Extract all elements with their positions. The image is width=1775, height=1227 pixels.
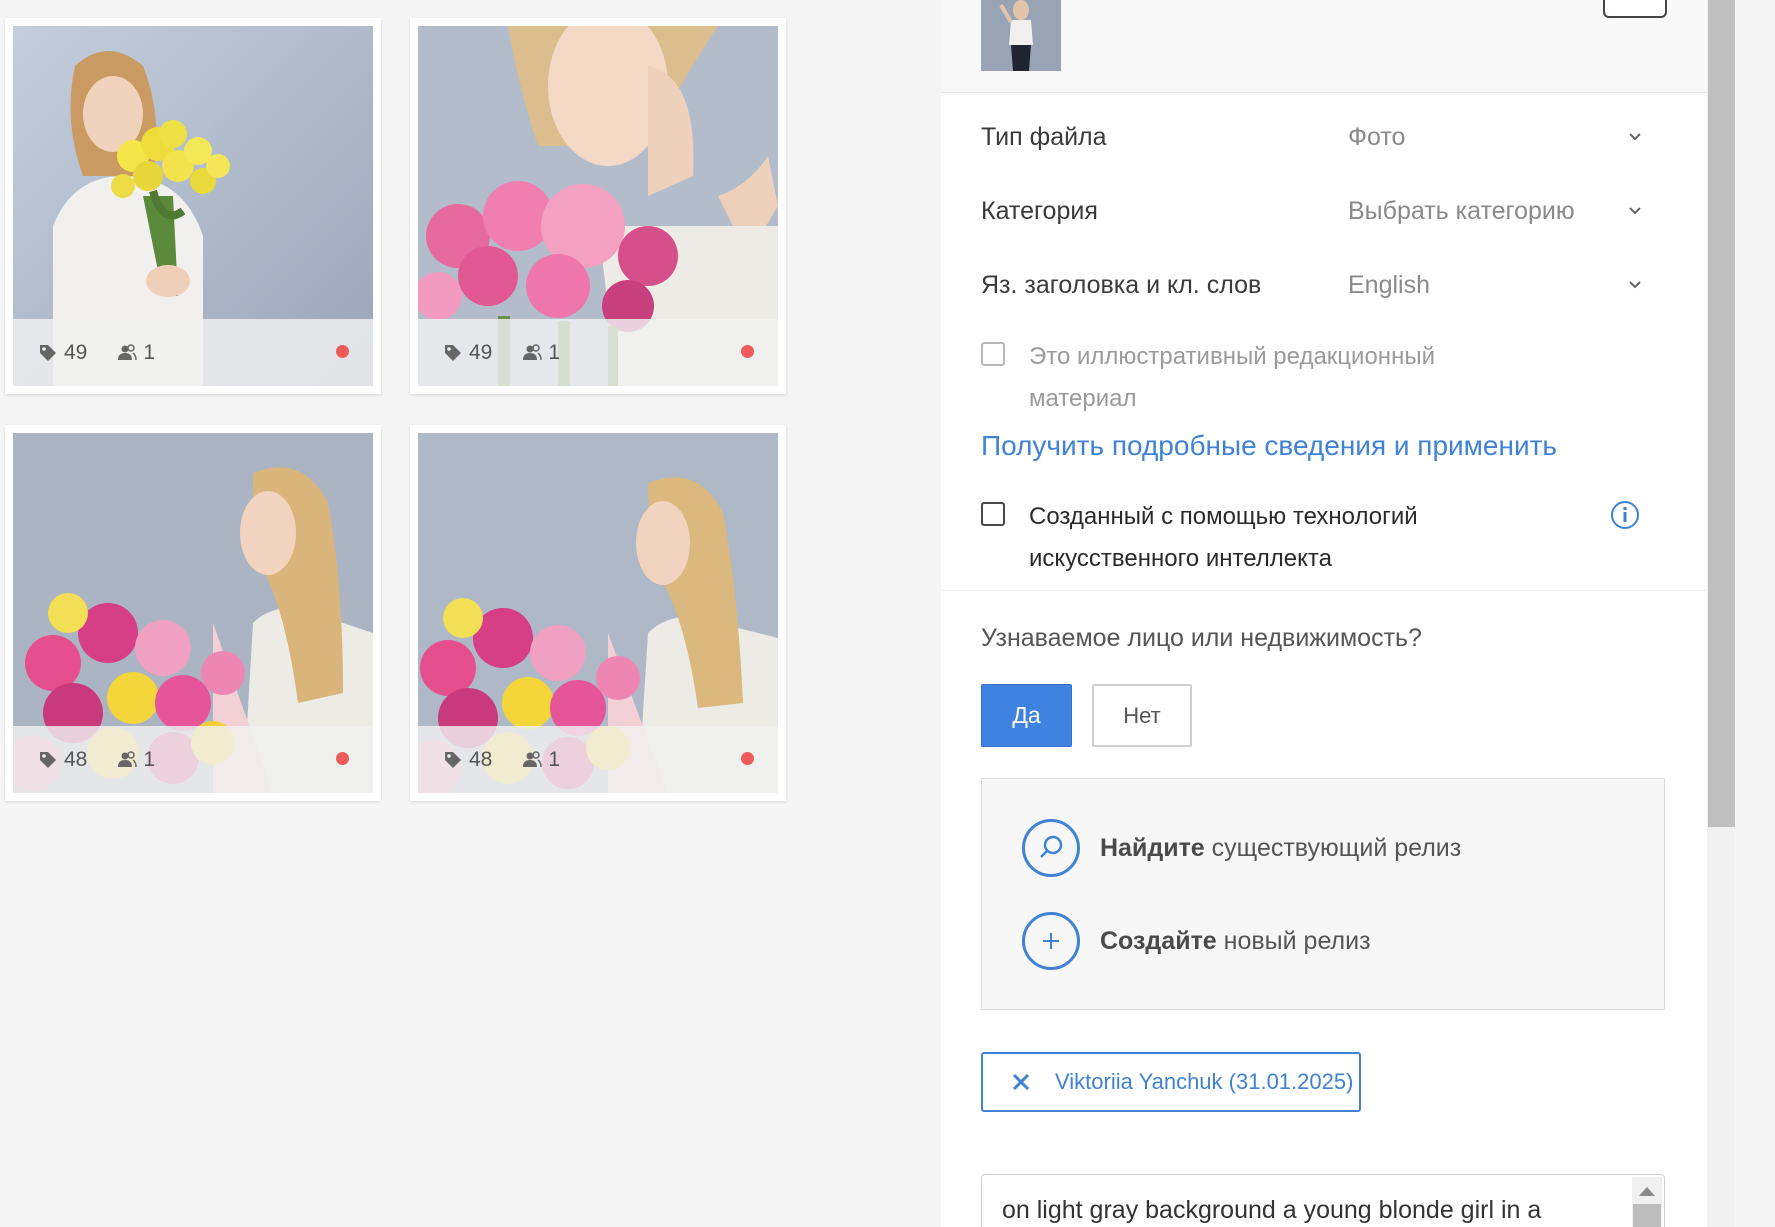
asset-card[interactable]: 48 1 bbox=[410, 425, 786, 801]
editorial-checkbox bbox=[981, 342, 1005, 366]
category-label: Категория bbox=[981, 196, 1098, 225]
find-release-bold: Найдите bbox=[1100, 833, 1205, 862]
title-textarea[interactable]: on light gray background a young blonde … bbox=[981, 1174, 1665, 1227]
details-panel: Тип файла Фото Категория Выбрать категор… bbox=[941, 0, 1707, 1227]
textarea-scroll-thumb[interactable] bbox=[1633, 1204, 1661, 1227]
editorial-checkbox-row: Это иллюстративный редакционный материал bbox=[981, 336, 1661, 420]
asset-card[interactable]: 48 1 bbox=[5, 425, 381, 801]
release-chip-label: Viktoriia Yanchuk (31.01.2025) bbox=[1055, 1069, 1354, 1094]
panel-header bbox=[941, 0, 1707, 93]
scroll-up-arrow[interactable] bbox=[1639, 1187, 1655, 1196]
category-dropdown[interactable]: Выбрать категорию bbox=[1348, 197, 1661, 226]
yes-button[interactable]: Да bbox=[981, 684, 1072, 747]
page-scroll-thumb[interactable] bbox=[1708, 0, 1735, 827]
ai-checkbox[interactable] bbox=[981, 502, 1005, 526]
status-dot bbox=[336, 752, 349, 765]
release-box: Найдите существующий релиз Создайте новы… bbox=[981, 778, 1665, 1010]
language-value: English bbox=[1348, 270, 1430, 299]
status-dot bbox=[336, 345, 349, 358]
find-release-text: существующий релиз bbox=[1204, 833, 1462, 862]
category-value: Выбрать категорию bbox=[1348, 196, 1575, 225]
close-icon[interactable] bbox=[1009, 1070, 1033, 1094]
ai-checkbox-row: Созданный с помощью технологий искусстве… bbox=[981, 496, 1661, 580]
info-icon[interactable] bbox=[1610, 500, 1640, 530]
file-type-dropdown[interactable]: Фото bbox=[1348, 123, 1661, 152]
people-icon bbox=[118, 343, 138, 360]
title-text: on light gray background a young blonde … bbox=[1002, 1196, 1542, 1224]
tag-icon bbox=[445, 751, 461, 768]
language-dropdown[interactable]: English bbox=[1348, 271, 1661, 300]
people-icon bbox=[523, 343, 543, 360]
section-divider bbox=[941, 590, 1707, 591]
chevron-down-icon bbox=[1629, 207, 1641, 215]
create-release-option[interactable]: Создайте новый релиз bbox=[1022, 912, 1371, 970]
page-scrollbar[interactable] bbox=[1707, 0, 1735, 1227]
people-count: 1 bbox=[143, 340, 156, 364]
file-type-row: Тип файла Фото bbox=[981, 113, 1661, 161]
asset-card[interactable]: 49 1 bbox=[410, 18, 786, 394]
keyword-count: 48 bbox=[469, 747, 493, 771]
chevron-down-icon bbox=[1629, 281, 1641, 289]
release-chip: Viktoriia Yanchuk (31.01.2025) bbox=[981, 1052, 1361, 1112]
tag-icon bbox=[40, 344, 56, 361]
create-release-bold: Создайте bbox=[1100, 926, 1217, 955]
keyword-count: 48 bbox=[64, 747, 88, 771]
file-type-label: Тип файла bbox=[981, 122, 1107, 151]
ai-checkbox-label: Созданный с помощью технологий искусстве… bbox=[1029, 503, 1418, 572]
people-count: 1 bbox=[548, 340, 561, 364]
people-icon bbox=[523, 750, 543, 767]
language-row: Яз. заголовка и кл. слов English bbox=[981, 261, 1661, 309]
language-label: Яз. заголовка и кл. слов bbox=[981, 270, 1262, 299]
keyword-count: 49 bbox=[64, 340, 88, 364]
asset-meta-bar: 48 1 bbox=[418, 726, 778, 793]
status-dot bbox=[741, 752, 754, 765]
keyword-count: 49 bbox=[469, 340, 493, 364]
no-button[interactable]: Нет bbox=[1092, 684, 1192, 747]
asset-card[interactable]: 49 1 bbox=[5, 18, 381, 394]
tag-icon bbox=[40, 751, 56, 768]
asset-meta-bar: 49 1 bbox=[13, 319, 373, 386]
asset-meta-bar: 48 1 bbox=[13, 726, 373, 793]
page: 49 1 49 1 48 1 48 1 Тип файла Фото Катег… bbox=[0, 0, 1775, 1227]
panel-corner-button[interactable] bbox=[1603, 0, 1667, 18]
textarea-scrollbar[interactable] bbox=[1632, 1177, 1662, 1227]
asset-meta-bar: 49 1 bbox=[418, 319, 778, 386]
editorial-checkbox-label: Это иллюстративный редакционный материал bbox=[1029, 343, 1435, 412]
search-icon bbox=[1022, 819, 1080, 877]
chevron-down-icon bbox=[1629, 133, 1641, 141]
tag-icon bbox=[445, 344, 461, 361]
details-link[interactable]: Получить подробные сведения и применить bbox=[981, 430, 1557, 462]
category-row: Категория Выбрать категорию bbox=[981, 187, 1661, 235]
people-count: 1 bbox=[143, 747, 156, 771]
file-type-value: Фото bbox=[1348, 122, 1406, 151]
people-icon bbox=[118, 750, 138, 767]
people-count: 1 bbox=[548, 747, 561, 771]
recognizable-question: Узнаваемое лицо или недвижимость? bbox=[981, 624, 1422, 652]
create-release-text: новый релиз bbox=[1216, 926, 1371, 955]
find-release-option[interactable]: Найдите существующий релиз bbox=[1022, 819, 1461, 877]
status-dot bbox=[741, 345, 754, 358]
selected-asset-thumbnail[interactable] bbox=[981, 0, 1061, 71]
thumbnail-grid: 49 1 49 1 48 1 48 1 bbox=[0, 0, 940, 1227]
plus-icon bbox=[1022, 912, 1080, 970]
